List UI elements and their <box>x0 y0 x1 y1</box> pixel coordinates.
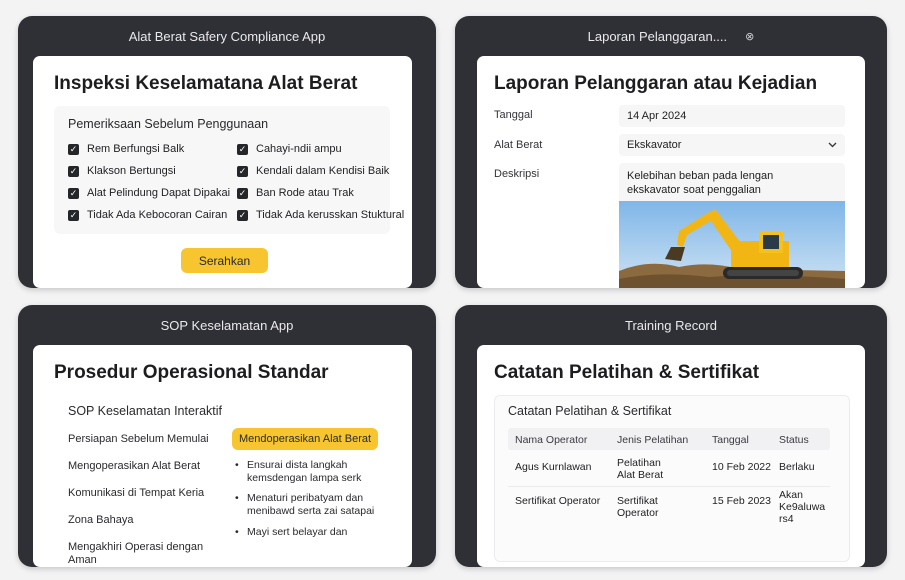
description-line: Kelebihan beban pada lengan <box>627 170 774 182</box>
active-sop-tab[interactable]: Mendoperasikan Alat Berat <box>232 428 378 450</box>
page-title: Prosedur Operasional Standar <box>54 362 329 383</box>
close-icon[interactable]: ⊗ <box>745 30 754 43</box>
column-header: Nama Operator <box>515 434 588 446</box>
cell-name: Agus Kurnlawan <box>515 461 592 473</box>
window-title: Alat Berat Safery Compliance App <box>128 28 326 44</box>
window-title: Laporan Pelanggaran.... <box>587 28 728 44</box>
page-title: Catatan Pelatihan & Sertifikat <box>494 362 760 383</box>
check-item[interactable]: ✓ Klakson Bertungsi <box>68 165 176 177</box>
check-label: Tidak Ada kerusskan Stuktural <box>256 209 405 221</box>
cell-line: Ke9aluwa <box>779 501 826 513</box>
checkbox-checked-icon[interactable]: ✓ <box>68 165 79 177</box>
column-header: Status <box>779 434 809 446</box>
equipment-select[interactable]: Ekskavator <box>619 134 845 156</box>
sop-item-line: Aman <box>68 554 97 566</box>
sop-step-line: Mayi sert belayar dan <box>247 526 348 538</box>
sop-step: Menaturi peribatyam dan menibawd serta z… <box>235 492 375 518</box>
sop-step-line: Menaturi peribatyam dan <box>247 492 364 504</box>
window-title: SOP Keselamatan App <box>160 317 294 333</box>
window-title: Training Record <box>624 317 717 333</box>
check-item[interactable]: ✓ Tidak Ada kerusskan Stuktural <box>237 209 404 221</box>
sop-menu-item[interactable]: Mengakhiri Operasi dengan Aman <box>68 541 203 567</box>
cell-line: Operator <box>617 507 659 519</box>
cell-date: 15 Feb 2023 <box>712 495 771 507</box>
check-item[interactable]: ✓ Tidak Ada Kebocoran Cairan <box>68 209 227 221</box>
checkbox-checked-icon[interactable]: ✓ <box>237 165 248 177</box>
sop-item-line: Mengakhiri Operasi dengan <box>68 541 204 553</box>
cell-type: Sertifikat Operator <box>617 495 658 519</box>
window-violation-report: Laporan Pelanggaran.... ⊗ Laporan Pelang… <box>455 16 887 288</box>
checkbox-checked-icon[interactable]: ✓ <box>68 187 79 199</box>
section-title: Catatan Pelatihan & Sertifikat <box>508 404 672 418</box>
check-label: Tidak Ada Kebocoran Cairan <box>87 209 228 221</box>
excavator-photo <box>619 201 845 288</box>
row-divider <box>508 486 830 487</box>
check-item[interactable]: ✓ Kendali dalam Kendisi Baik <box>237 165 389 177</box>
checkbox-checked-icon[interactable]: ✓ <box>68 209 79 221</box>
chevron-down-icon <box>828 142 837 148</box>
checkbox-checked-icon[interactable]: ✓ <box>68 143 79 155</box>
window-safety-compliance: Alat Berat Safery Compliance App Inspeks… <box>18 16 436 288</box>
check-label: Alat Pelindung Dapat Dipakai <box>87 187 231 199</box>
training-card: Catatan Pelatihan & Sertifikat Catatan P… <box>477 345 865 567</box>
checkbox-checked-icon[interactable]: ✓ <box>237 143 248 155</box>
sop-step-line: kemsdengan lampa serk <box>247 472 362 484</box>
date-field[interactable]: 14 Apr 2024 <box>619 105 845 127</box>
column-header: Jenis Pelatihan <box>617 434 689 446</box>
check-label: Kendali dalam Kendisi Baik <box>256 165 390 177</box>
submit-button[interactable]: Serahkan <box>181 248 268 273</box>
cell-name: Sertifikat Operator <box>515 495 601 507</box>
description-label: Deskripsi <box>494 168 540 180</box>
checkbox-checked-icon[interactable]: ✓ <box>237 187 248 199</box>
cell-date: 10 Feb 2022 <box>712 461 771 473</box>
cell-status: Akan Ke9aluwa rs4 <box>779 489 825 525</box>
checkbox-checked-icon[interactable]: ✓ <box>237 209 248 221</box>
cell-line: Alat Berat <box>617 469 664 481</box>
check-label: Rem Berfungsi Balk <box>87 143 185 155</box>
report-card: Laporan Pelanggaran atau Kejadian Tangga… <box>477 56 865 288</box>
cell-line: Pelatihan <box>617 457 661 469</box>
window-sop-safety: SOP Keselamatan App Prosedur Operasional… <box>18 305 436 567</box>
description-field[interactable]: Kelebihan beban pada lengan ekskavator s… <box>619 163 845 288</box>
sop-menu-item[interactable]: Zona Bahaya <box>68 514 133 527</box>
section-title: Pemeriksaan Sebelum Penggunaan <box>68 117 269 131</box>
cell-status: Berlaku <box>779 461 815 473</box>
description-line: ekskavator soat penggalian <box>627 184 761 196</box>
check-item[interactable]: ✓ Alat Pelindung Dapat Dipakai <box>68 187 230 199</box>
section-title: SOP Keselamatan Interaktif <box>68 404 223 418</box>
check-label: Cahayi-ndii ampu <box>256 143 342 155</box>
cell-line: rs4 <box>779 513 794 525</box>
check-item[interactable]: ✓ Ban Rode atau Trak <box>237 187 354 199</box>
equipment-label: Alat Berat <box>494 139 543 151</box>
sop-menu-item[interactable]: Persiapan Sebelum Memulai <box>68 433 209 446</box>
equipment-value: Ekskavator <box>627 139 682 151</box>
date-label: Tanggal <box>494 109 533 121</box>
sop-step-line: menibawd serta zai satapai <box>247 505 375 517</box>
date-value: 14 Apr 2024 <box>627 110 687 122</box>
check-item[interactable]: ✓ Rem Berfungsi Balk <box>68 143 184 155</box>
cell-type: Pelatihan Alat Berat <box>617 457 663 481</box>
column-header: Tanggal <box>712 434 749 446</box>
sop-menu-item[interactable]: Mengoperasikan Alat Berat <box>68 460 200 473</box>
window-titlebar: Laporan Pelanggaran.... ⊗ <box>455 16 887 56</box>
sop-step-line: Ensurai dista langkah <box>247 459 348 471</box>
check-label: Ban Rode atau Trak <box>256 187 354 199</box>
cell-line: Sertifikat <box>617 495 658 507</box>
inspection-card: Inspeksi Keselamatana Alat Berat Pemerik… <box>33 56 412 288</box>
cell-line: Akan <box>779 489 803 501</box>
sop-step: Mayi sert belayar dan <box>235 526 348 539</box>
page-title: Laporan Pelanggaran atau Kejadian <box>494 73 818 94</box>
sop-step: Ensurai dista langkah kemsdengan lampa s… <box>235 459 362 485</box>
window-training-record: Training Record Catatan Pelatihan & Sert… <box>455 305 887 567</box>
page-title: Inspeksi Keselamatana Alat Berat <box>54 73 358 94</box>
sop-menu-item[interactable]: Komunikasi di Tempat Keria <box>68 487 204 500</box>
check-item[interactable]: ✓ Cahayi-ndii ampu <box>237 143 342 155</box>
sop-card: Prosedur Operasional Standar SOP Keselam… <box>33 345 412 567</box>
check-label: Klakson Bertungsi <box>87 165 176 177</box>
